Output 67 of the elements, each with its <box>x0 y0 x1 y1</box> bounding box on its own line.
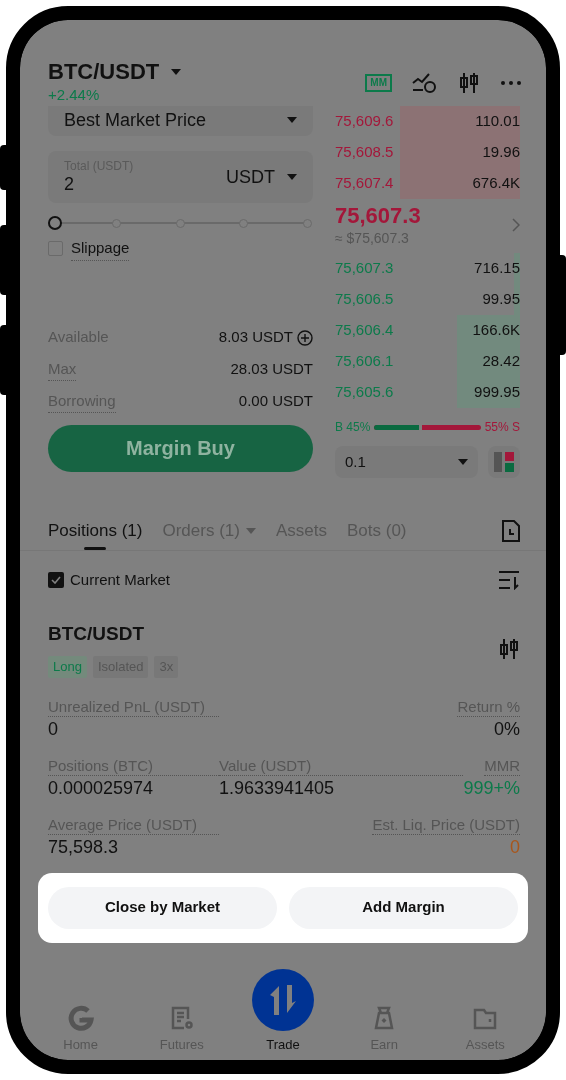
order-price: 75,607.3 <box>335 258 394 279</box>
caret-icon <box>287 117 297 123</box>
amount-slider[interactable] <box>48 215 313 231</box>
order-price: 75,606.1 <box>335 351 394 372</box>
history-icon[interactable] <box>502 520 520 542</box>
last-price: 75,607.3 <box>335 203 421 229</box>
stat-value: 8.03 USDT <box>218 327 293 348</box>
current-market-checkbox[interactable] <box>48 572 64 589</box>
slider-thumb[interactable] <box>48 216 62 230</box>
caret-icon <box>287 174 297 180</box>
action-button[interactable]: Close by Market <box>48 886 277 929</box>
field-value: 0 <box>510 835 520 859</box>
order-amount: 676.4K <box>472 173 520 194</box>
order-amount: 99.95 <box>482 289 520 310</box>
order-book-row[interactable]: 75,607.3 716.15 <box>335 253 520 284</box>
caret-icon <box>458 459 468 465</box>
field-value: 0% <box>494 717 520 741</box>
tab[interactable]: Positions (1) <box>48 512 143 550</box>
current-market-label: Current Market <box>70 570 171 590</box>
order-book-row[interactable]: 75,605.6 999.95 <box>335 377 520 408</box>
order-price: 75,609.6 <box>335 111 394 132</box>
field-value: 0.000025974 <box>48 776 155 800</box>
more-icon[interactable] <box>500 80 522 86</box>
order-book-row[interactable]: 75,607.4 676.4K <box>335 168 520 199</box>
precision-dropdown[interactable]: 0.1 <box>335 446 478 478</box>
order-price: 75,605.6 <box>335 382 394 403</box>
order-amount: 166.6K <box>472 320 520 341</box>
sort-icon[interactable] <box>498 570 520 591</box>
order-book-row[interactable]: 75,606.1 28.42 <box>335 346 520 377</box>
field-value: 1.9633941405 <box>219 776 336 800</box>
order-book-row[interactable]: 75,606.5 99.95 <box>335 284 520 315</box>
stat-value: 28.03 USDT <box>230 359 313 380</box>
price-change: +2.44% <box>48 86 101 104</box>
field-value: 75,598.3 <box>48 835 120 859</box>
position-tag: Long <box>48 656 87 678</box>
candlestick-icon[interactable] <box>498 637 520 660</box>
order-amount: 19.96 <box>482 142 520 163</box>
order-price: 75,607.4 <box>335 173 394 194</box>
price-type-dropdown[interactable]: Best Market Price <box>48 106 313 136</box>
check-icon <box>51 576 61 585</box>
unit-dropdown[interactable]: USDT <box>226 163 297 191</box>
buy-ratio: B 45% <box>335 419 371 436</box>
chart-alert-icon[interactable] <box>412 72 438 94</box>
caret-icon <box>245 528 256 534</box>
position-pair: BTC/USDT <box>48 621 146 646</box>
sell-ratio: 55% S <box>484 419 520 436</box>
order-book-row[interactable]: 75,609.6 110.01 <box>335 106 520 137</box>
order-amount: 28.42 <box>482 351 520 372</box>
field-value: 999+% <box>463 776 520 800</box>
order-price: 75,608.5 <box>335 142 394 163</box>
field-value: 0 <box>48 717 59 741</box>
order-price: 75,606.4 <box>335 320 394 341</box>
order-amount: 716.15 <box>474 258 520 279</box>
order-amount: 110.01 <box>475 111 520 132</box>
order-price: 75,606.5 <box>335 289 394 310</box>
add-icon[interactable] <box>297 329 313 346</box>
pair-title: BTC/USDT <box>48 58 160 86</box>
order-book-row[interactable]: 75,608.5 19.96 <box>335 137 520 168</box>
action-button[interactable]: Add Margin <box>289 886 518 929</box>
slippage-label: Slippage <box>71 237 130 261</box>
layout-icon <box>493 451 515 473</box>
candlestick-icon[interactable] <box>458 72 480 94</box>
stat-value: 0.00 USDT <box>238 391 313 412</box>
caret-icon <box>171 69 182 75</box>
order-book-row[interactable]: 75,606.4 166.6K <box>335 315 520 346</box>
order-amount: 999.95 <box>474 382 520 403</box>
margin-buy-button[interactable]: Margin Buy <box>48 424 313 472</box>
